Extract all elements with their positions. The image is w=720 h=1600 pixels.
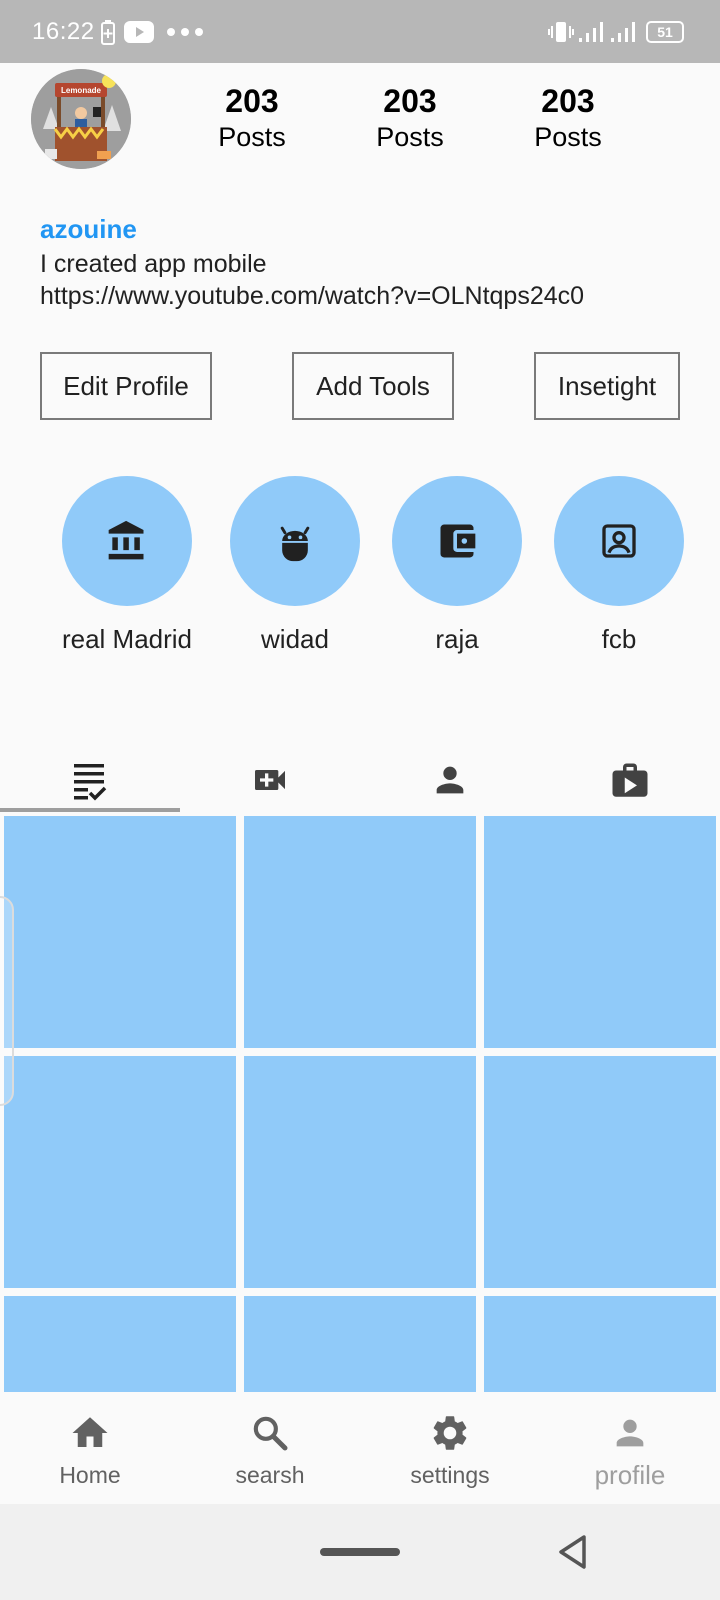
tab-posts[interactable]	[0, 760, 180, 812]
grid-post-tile[interactable]	[244, 1056, 476, 1288]
highlight-label: real Madrid	[61, 624, 193, 654]
stat-value: 203	[383, 83, 437, 119]
avatar[interactable]: Lemonade	[31, 69, 131, 169]
grid-post-tile[interactable]	[4, 816, 236, 1048]
highlight-real-madrid[interactable]: real Madrid	[62, 476, 192, 654]
highlight-label: fcb	[601, 624, 637, 654]
search-icon	[253, 1416, 288, 1451]
grid-post-tile[interactable]	[484, 816, 716, 1048]
nav-settings[interactable]: settings	[360, 1392, 540, 1504]
work-play-icon	[612, 763, 648, 797]
bottom-navigation: Home searsh settings profile	[0, 1392, 720, 1504]
bio-link[interactable]: https://www.youtube.com/watch?v=OLNtqps2…	[40, 282, 584, 311]
home-icon	[72, 1417, 108, 1447]
nav-profile[interactable]: profile	[540, 1392, 720, 1504]
back-icon[interactable]	[556, 1532, 590, 1572]
nav-home[interactable]: Home	[0, 1392, 180, 1504]
highlight-raja[interactable]: raja	[392, 476, 522, 654]
tab-tagged[interactable]	[360, 760, 540, 812]
stat-posts[interactable]: 203 Posts	[508, 82, 628, 154]
edge-panel-handle[interactable]	[0, 896, 14, 1106]
add-tools-button[interactable]: Add Tools	[292, 352, 454, 420]
tab-indicator	[0, 808, 180, 812]
stat-value: 203	[225, 83, 279, 119]
vibrate-icon	[548, 22, 574, 42]
highlight-label: widad	[261, 624, 329, 654]
highlight-circle	[554, 476, 684, 606]
android-icon	[280, 526, 310, 562]
nav-label: profile	[594, 1460, 666, 1490]
more-dots-icon	[167, 28, 203, 36]
person-icon	[616, 1419, 644, 1447]
nav-search[interactable]: searsh	[180, 1392, 360, 1504]
battery-saver-icon	[101, 20, 115, 45]
highlight-circle	[392, 476, 522, 606]
tab-reels[interactable]	[540, 760, 720, 812]
signal-icon	[579, 22, 603, 42]
stat-posts[interactable]: 203 Posts	[192, 82, 312, 154]
bio-text: I created app mobile	[40, 250, 267, 278]
tab-videos[interactable]	[180, 760, 360, 812]
wallet-icon	[440, 524, 476, 558]
status-bar: 16:22 51	[0, 0, 720, 63]
status-time: 16:22	[32, 18, 95, 45]
edit-profile-button[interactable]: Edit Profile	[40, 352, 212, 420]
signal-icon	[611, 22, 635, 42]
list-check-icon	[74, 764, 107, 801]
lemonade-stand-avatar: Lemonade	[31, 69, 131, 169]
avatar-sign-text: Lemonade	[61, 86, 102, 95]
nav-label: searsh	[235, 1462, 305, 1488]
highlight-circle	[62, 476, 192, 606]
gear-icon	[433, 1416, 467, 1450]
highlight-circle	[230, 476, 360, 606]
system-navigation-bar	[0, 1504, 720, 1600]
stat-label: Posts	[376, 122, 444, 152]
grid-post-tile[interactable]	[484, 1056, 716, 1288]
battery-icon: 51	[646, 21, 684, 43]
insight-button[interactable]: Insetight	[534, 352, 680, 420]
stat-label: Posts	[534, 122, 602, 152]
nav-label: settings	[410, 1462, 490, 1488]
person-icon	[436, 766, 464, 794]
battery-level: 51	[657, 24, 673, 40]
grid-post-tile[interactable]	[4, 1296, 236, 1392]
grid-post-tile[interactable]	[484, 1296, 716, 1392]
username: azouine	[40, 214, 137, 244]
account-balance-icon	[108, 520, 144, 560]
video-add-icon	[255, 770, 285, 790]
nav-label: Home	[59, 1462, 121, 1488]
stat-posts[interactable]: 203 Posts	[350, 82, 470, 154]
home-gesture-pill[interactable]	[320, 1548, 400, 1556]
contact-portrait-icon	[602, 524, 636, 558]
highlight-fcb[interactable]: fcb	[554, 476, 684, 654]
stat-value: 203	[541, 83, 595, 119]
grid-post-tile[interactable]	[4, 1056, 236, 1288]
grid-post-tile[interactable]	[244, 816, 476, 1048]
stat-label: Posts	[218, 122, 286, 152]
highlight-label: raja	[435, 624, 479, 654]
highlight-widad[interactable]: widad	[230, 476, 360, 654]
grid-post-tile[interactable]	[244, 1296, 476, 1392]
youtube-icon	[124, 21, 154, 43]
